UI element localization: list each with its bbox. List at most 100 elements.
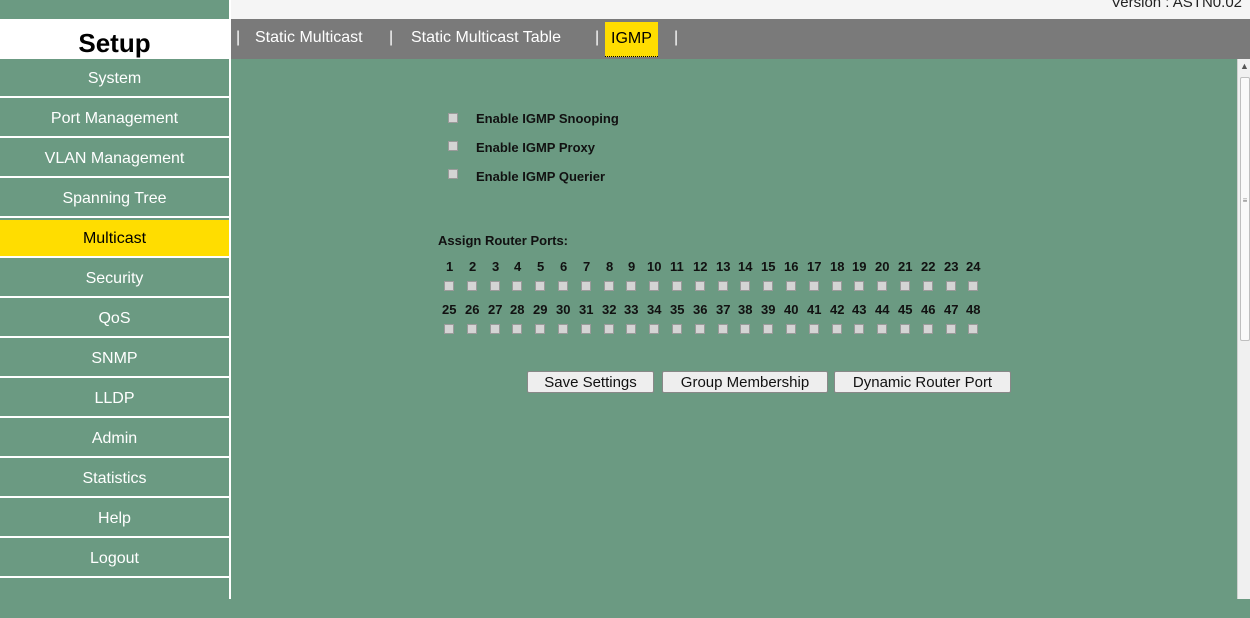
router-port-checkbox[interactable] xyxy=(535,324,545,334)
router-port-checkbox[interactable] xyxy=(512,324,522,334)
router-port-checkbox[interactable] xyxy=(672,281,682,291)
dynamic-router-port-button[interactable]: Dynamic Router Port xyxy=(834,371,1011,393)
tab-static-multicast[interactable]: Static Multicast xyxy=(255,29,363,47)
port-number-label: 8 xyxy=(606,259,614,274)
router-port-checkbox[interactable] xyxy=(467,281,477,291)
router-port-checkbox[interactable] xyxy=(968,281,978,291)
sidebar-item-lldp[interactable]: LLDP xyxy=(0,380,229,418)
save-settings-button[interactable]: Save Settings xyxy=(527,371,654,393)
router-port-checkbox[interactable] xyxy=(923,281,933,291)
port-number-label: 27 xyxy=(488,302,503,317)
port-number-label: 35 xyxy=(670,302,685,317)
router-port-checkbox[interactable] xyxy=(900,324,910,334)
router-port-checkbox[interactable] xyxy=(877,324,887,334)
router-port-checkbox[interactable] xyxy=(444,324,454,334)
sidebar-item-spanning-tree[interactable]: Spanning Tree xyxy=(0,180,229,218)
router-port-checkbox[interactable] xyxy=(968,324,978,334)
router-port-checkbox[interactable] xyxy=(695,281,705,291)
sidebar-item-snmp[interactable]: SNMP xyxy=(0,340,229,378)
router-port-checkbox[interactable] xyxy=(923,324,933,334)
port-number-label: 20 xyxy=(875,259,890,274)
router-port-checkbox[interactable] xyxy=(740,281,750,291)
tab-bar: | Static Multicast | Static Multicast Ta… xyxy=(231,19,1250,59)
sidebar-item-multicast[interactable]: Multicast xyxy=(0,220,229,258)
sidebar-item-vlan-management[interactable]: VLAN Management xyxy=(0,140,229,178)
router-port-checkbox[interactable] xyxy=(786,281,796,291)
scroll-thumb[interactable]: ≡ xyxy=(1240,77,1250,341)
scroll-up-arrow-icon[interactable]: ▲ xyxy=(1240,61,1249,71)
router-port-checkbox[interactable] xyxy=(832,324,842,334)
router-port-checkbox[interactable] xyxy=(786,324,796,334)
router-port-checkbox[interactable] xyxy=(695,324,705,334)
port-number-label: 17 xyxy=(807,259,822,274)
port-number-label: 23 xyxy=(944,259,959,274)
group-membership-button[interactable]: Group Membership xyxy=(662,371,828,393)
router-port-checkbox[interactable] xyxy=(626,324,636,334)
port-number-label: 44 xyxy=(875,302,890,317)
port-number-label: 10 xyxy=(647,259,662,274)
sidebar-item-statistics[interactable]: Statistics xyxy=(0,460,229,498)
router-port-checkbox[interactable] xyxy=(854,324,864,334)
router-port-checkbox[interactable] xyxy=(763,324,773,334)
router-port-checkbox[interactable] xyxy=(900,281,910,291)
sidebar-item-admin[interactable]: Admin xyxy=(0,420,229,458)
tab-static-multicast-table[interactable]: Static Multicast Table xyxy=(411,29,561,47)
router-port-checkbox[interactable] xyxy=(946,324,956,334)
enable-igmp-snooping-label: Enable IGMP Snooping xyxy=(476,111,619,126)
sidebar-item-security[interactable]: Security xyxy=(0,260,229,298)
port-number-label: 5 xyxy=(537,259,545,274)
router-port-checkbox[interactable] xyxy=(490,324,500,334)
router-port-checkbox[interactable] xyxy=(832,281,842,291)
sidebar: Setup System Port Management VLAN Manage… xyxy=(0,0,231,618)
router-port-checkbox[interactable] xyxy=(581,281,591,291)
router-port-checkbox[interactable] xyxy=(626,281,636,291)
router-port-checkbox[interactable] xyxy=(672,324,682,334)
router-port-checkbox[interactable] xyxy=(444,281,454,291)
port-number-label: 34 xyxy=(647,302,662,317)
router-port-checkbox[interactable] xyxy=(854,281,864,291)
port-number-label: 41 xyxy=(807,302,822,317)
port-number-label: 36 xyxy=(693,302,708,317)
sidebar-item-qos[interactable]: QoS xyxy=(0,300,229,338)
router-port-checkbox[interactable] xyxy=(649,324,659,334)
vertical-scrollbar[interactable]: ▲ ≡ xyxy=(1237,59,1250,599)
router-port-checkbox[interactable] xyxy=(535,281,545,291)
sidebar-item-port-management[interactable]: Port Management xyxy=(0,100,229,138)
enable-igmp-querier-checkbox[interactable] xyxy=(448,169,458,179)
port-number-label: 26 xyxy=(465,302,480,317)
router-port-checkbox[interactable] xyxy=(558,324,568,334)
router-port-checkbox[interactable] xyxy=(877,281,887,291)
router-port-checkbox[interactable] xyxy=(512,281,522,291)
port-number-label: 30 xyxy=(556,302,571,317)
port-number-label: 6 xyxy=(560,259,568,274)
port-number-label: 15 xyxy=(761,259,776,274)
router-port-checkbox[interactable] xyxy=(467,324,477,334)
router-port-checkbox[interactable] xyxy=(809,324,819,334)
router-port-checkbox[interactable] xyxy=(490,281,500,291)
sidebar-item-system[interactable]: System xyxy=(0,60,229,98)
sidebar-item-help[interactable]: Help xyxy=(0,500,229,538)
router-port-checkbox[interactable] xyxy=(604,324,614,334)
port-number-label: 29 xyxy=(533,302,548,317)
router-port-checkbox[interactable] xyxy=(581,324,591,334)
tab-igmp[interactable]: IGMP xyxy=(605,22,658,57)
router-port-checkbox[interactable] xyxy=(718,281,728,291)
router-port-checkbox[interactable] xyxy=(740,324,750,334)
router-port-checkbox[interactable] xyxy=(558,281,568,291)
port-number-label: 14 xyxy=(738,259,753,274)
router-port-checkbox[interactable] xyxy=(649,281,659,291)
router-port-checkbox[interactable] xyxy=(763,281,773,291)
router-port-checkbox[interactable] xyxy=(809,281,819,291)
router-port-checkbox[interactable] xyxy=(946,281,956,291)
port-number-label: 43 xyxy=(852,302,867,317)
enable-igmp-snooping-checkbox[interactable] xyxy=(448,113,458,123)
router-port-checkbox[interactable] xyxy=(604,281,614,291)
port-number-label: 47 xyxy=(944,302,959,317)
sidebar-title: Setup xyxy=(0,19,229,59)
enable-igmp-proxy-checkbox[interactable] xyxy=(448,141,458,151)
port-number-label: 33 xyxy=(624,302,639,317)
scroll-grip-icon: ≡ xyxy=(1242,196,1248,205)
sidebar-item-logout[interactable]: Logout xyxy=(0,540,229,578)
router-port-checkbox[interactable] xyxy=(718,324,728,334)
tab-separator: | xyxy=(595,29,600,46)
